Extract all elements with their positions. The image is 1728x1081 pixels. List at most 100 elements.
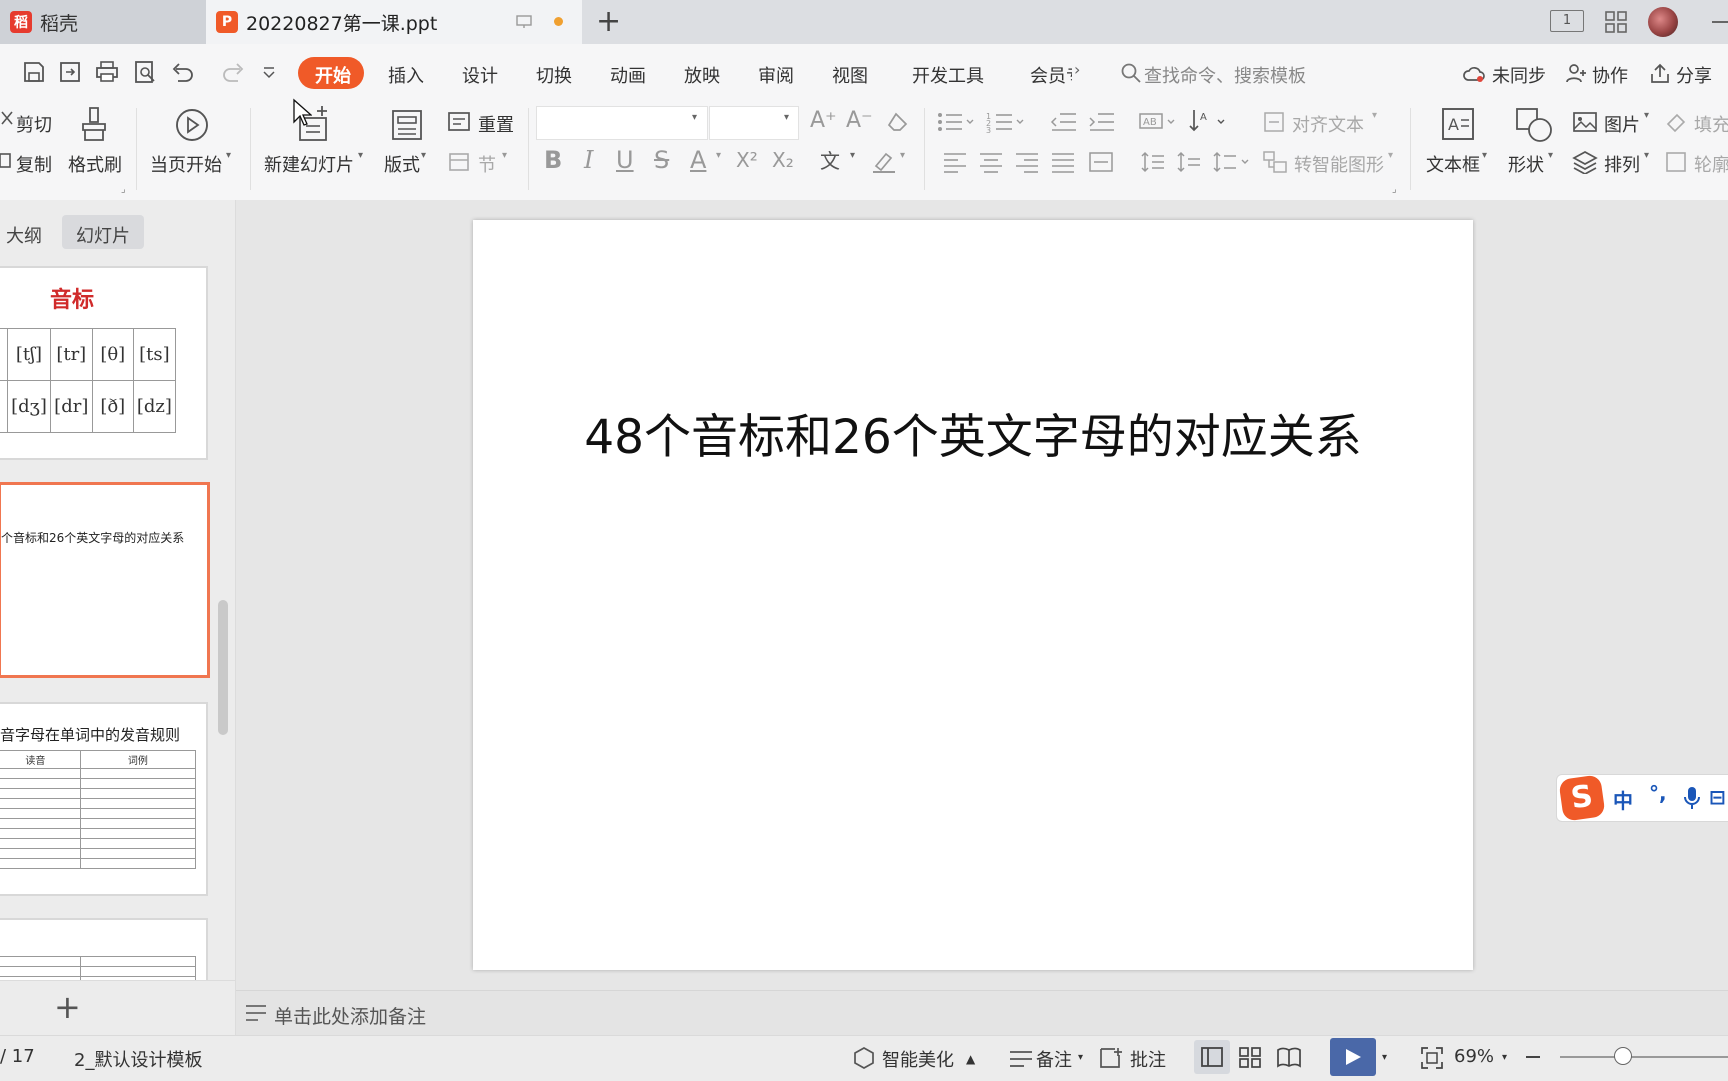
customize-toolbar-icon[interactable] (262, 66, 276, 80)
highlight-dropdown-icon[interactable]: ▾ (900, 150, 905, 161)
numbered-list-icon[interactable]: 123 (986, 110, 1026, 134)
reset-icon[interactable] (447, 110, 473, 134)
convert-smartart-button[interactable]: 转智能图形 (1294, 151, 1384, 177)
current-slide[interactable]: 48个音标和26个英文字母的对应关系 (473, 220, 1473, 970)
beautify-icon[interactable] (852, 1046, 876, 1070)
command-search-input[interactable]: 查找命令、搜索模板 (1144, 62, 1306, 88)
share-icon[interactable] (1648, 62, 1672, 84)
cut-button[interactable]: 剪切 (16, 111, 52, 137)
align-left-icon[interactable] (942, 150, 968, 174)
pinyin-guide-icon[interactable]: 文 (818, 148, 846, 174)
format-painter-icon[interactable] (78, 106, 110, 146)
align-right-icon[interactable] (1014, 150, 1040, 174)
zoom-slider-thumb[interactable] (1614, 1047, 1632, 1065)
punctuation-icon[interactable]: °, (1649, 781, 1667, 805)
bold-button[interactable]: B (544, 146, 562, 174)
normal-view-icon[interactable] (1200, 1046, 1224, 1068)
line-spacing-icon[interactable] (1140, 150, 1166, 174)
print-preview-icon[interactable] (133, 60, 157, 84)
highlight-icon[interactable] (870, 148, 898, 174)
outline-icon[interactable] (1664, 150, 1688, 174)
tab-home[interactable]: 开始 (315, 62, 351, 88)
sync-status[interactable]: 未同步 (1492, 62, 1546, 88)
tab-view[interactable]: 视图 (832, 62, 868, 88)
reset-button[interactable]: 重置 (478, 111, 514, 137)
sort-text-icon[interactable]: A (1188, 108, 1228, 134)
template-name[interactable]: 2_默认设计模板 (74, 1046, 202, 1072)
slide-thumbnail-1[interactable]: 音标 [tʃ] [tr] [θ] [ts] [dʒ] [dr] [ð] [dz] (0, 266, 208, 460)
redo-icon[interactable] (222, 60, 246, 84)
tab-transition[interactable]: 切换 (536, 62, 572, 88)
align-text-dropdown-icon[interactable]: ▾ (1372, 110, 1377, 121)
notes-bar[interactable]: 单击此处添加备注 (236, 990, 1728, 1036)
comment-icon[interactable] (1098, 1046, 1124, 1072)
tab-design[interactable]: 设计 (462, 62, 498, 88)
tab-outline[interactable]: 大纲 (6, 222, 42, 248)
tab-document[interactable]: P 20220827第一课.ppt (206, 0, 582, 44)
picture-dropdown-icon[interactable]: ▾ (1644, 110, 1649, 121)
beautify-dropdown-icon[interactable]: ▲ (966, 1052, 975, 1066)
underline-button[interactable]: U (616, 146, 634, 174)
fill-button[interactable]: 填充 (1694, 111, 1728, 137)
play-circle-icon[interactable] (174, 107, 210, 143)
align-text-button[interactable]: 对齐文本 (1292, 111, 1364, 137)
tab-developer[interactable]: 开发工具 (912, 62, 984, 88)
font-color-button[interactable]: A (690, 146, 706, 174)
play-options-dropdown-icon[interactable]: ▾ (1382, 1052, 1387, 1063)
tab-slides[interactable]: 幻灯片 (76, 222, 130, 248)
zoom-out-icon[interactable] (1526, 1056, 1540, 1058)
section-button[interactable]: 节 (478, 151, 496, 177)
notes-placeholder[interactable]: 单击此处添加备注 (274, 1002, 426, 1029)
slide-title[interactable]: 48个音标和26个英文字母的对应关系 (473, 398, 1473, 467)
font-size-dropdown-icon[interactable]: ▾ (784, 112, 789, 123)
tab-member[interactable]: 会员专 (1030, 62, 1072, 88)
slide-thumbnail-4[interactable] (0, 918, 208, 982)
textbox-icon[interactable]: A (1440, 106, 1476, 142)
layout-dropdown-icon[interactable]: ▾ (421, 150, 426, 161)
justify-icon[interactable] (1050, 150, 1076, 174)
layout-button[interactable]: 版式 (384, 151, 420, 177)
arrange-icon[interactable] (1572, 150, 1598, 174)
distribute-icon[interactable] (1088, 150, 1114, 174)
clear-format-icon[interactable] (886, 110, 912, 134)
beautify-button[interactable]: 智能美化 (882, 1046, 954, 1072)
zoom-level[interactable]: 69% (1454, 1046, 1494, 1067)
align-center-icon[interactable] (978, 150, 1004, 174)
notes-toggle-icon[interactable] (1008, 1048, 1034, 1070)
export-icon[interactable] (58, 60, 82, 84)
fill-icon[interactable] (1664, 110, 1688, 134)
layout-icon[interactable] (390, 108, 424, 142)
section-icon[interactable] (447, 150, 473, 174)
zoom-dropdown-icon[interactable]: ▾ (1502, 1052, 1507, 1063)
ime-toolbar[interactable]: S 中 °, ⊟ (1556, 774, 1728, 822)
text-direction-icon[interactable]: AB (1138, 110, 1178, 134)
play-from-current-button[interactable]: 当页开始 (150, 151, 222, 177)
arrange-button[interactable]: 排列 (1604, 151, 1640, 177)
panel-scrollbar[interactable] (218, 600, 228, 735)
cloud-sync-icon[interactable] (1462, 62, 1486, 84)
spacing-options-icon[interactable] (1212, 150, 1252, 174)
tab-review[interactable]: 审阅 (758, 62, 794, 88)
monitor-icon[interactable] (516, 14, 532, 30)
picture-button[interactable]: 图片 (1604, 111, 1640, 137)
comment-button[interactable]: 批注 (1130, 1046, 1166, 1072)
italic-button[interactable]: I (584, 146, 593, 174)
add-slide-button[interactable]: + (54, 988, 81, 1026)
picture-icon[interactable] (1572, 110, 1598, 134)
tab-animation[interactable]: 动画 (610, 62, 646, 88)
align-text-icon[interactable] (1262, 110, 1286, 134)
slide-thumbnail-3[interactable]: 音字母在单词中的发音规则 读音 词例 (0, 702, 208, 896)
sorter-view-icon[interactable] (1238, 1046, 1262, 1068)
arrange-dropdown-icon[interactable]: ▾ (1644, 150, 1649, 161)
decrease-indent-icon[interactable] (1050, 110, 1078, 134)
section-dropdown-icon[interactable]: ▾ (502, 150, 507, 161)
clipboard-expand-icon[interactable]: ⌟ (121, 184, 126, 195)
microphone-icon[interactable] (1683, 785, 1701, 811)
paragraph-expand-icon[interactable]: ⌟ (1392, 184, 1397, 195)
new-slide-dropdown-icon[interactable]: ▾ (358, 150, 363, 161)
scissors-icon[interactable] (0, 110, 14, 132)
outline-button[interactable]: 轮廓 (1694, 151, 1728, 177)
print-icon[interactable] (95, 60, 119, 84)
reading-view-icon[interactable] (1276, 1046, 1302, 1068)
pinyin-dropdown-icon[interactable]: ▾ (850, 150, 855, 161)
